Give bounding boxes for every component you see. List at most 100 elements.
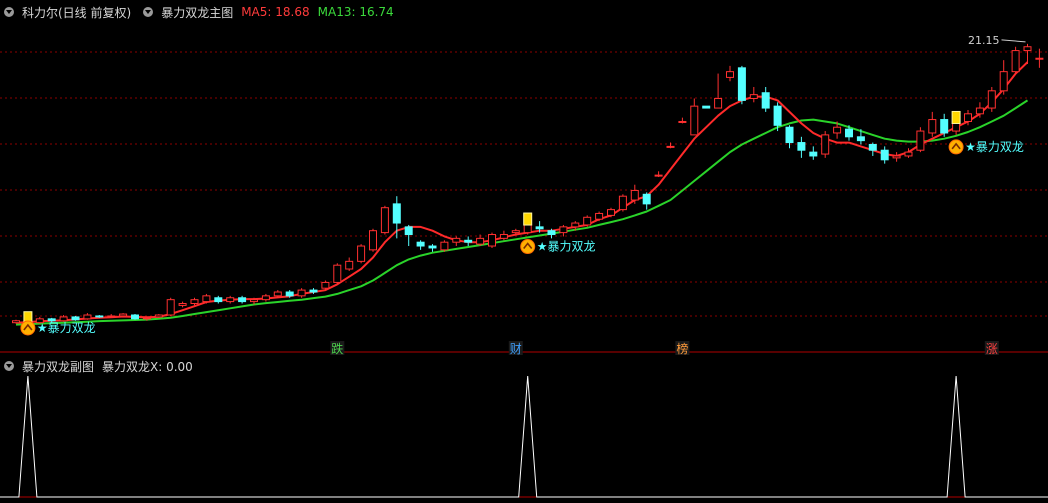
candle-body <box>95 315 104 318</box>
candle <box>1023 43 1032 64</box>
candle-body <box>131 314 139 320</box>
candle-body <box>916 130 925 151</box>
candle-body <box>607 209 615 216</box>
candle-body <box>773 105 782 126</box>
candle-body <box>12 320 20 324</box>
candle <box>999 60 1008 95</box>
candle-body <box>357 245 366 262</box>
candle <box>476 234 485 247</box>
candle-body <box>797 142 806 151</box>
candle <box>1011 46 1020 74</box>
candle <box>166 297 175 316</box>
candles-group <box>12 43 1044 325</box>
candle <box>440 240 449 252</box>
signal-bar <box>951 110 961 124</box>
signal-coin-icon <box>948 139 964 155</box>
candle <box>226 295 235 304</box>
candle-body <box>285 291 294 297</box>
indicator-name[interactable]: 暴力双龙主图 <box>161 4 233 21</box>
candle-body <box>499 234 508 239</box>
candle-body <box>202 295 211 303</box>
candle <box>714 73 723 109</box>
candle <box>178 301 187 308</box>
candle-body <box>678 120 687 123</box>
candle <box>261 293 270 302</box>
candle-body <box>392 203 401 224</box>
chart-canvas: ★暴力双龙 ★暴力双龙 ★暴力双龙 跌 财 榜 涨 21.15 <box>0 34 1048 498</box>
candle-body <box>821 134 830 155</box>
sub-chart-header: 暴力双龙副图 暴力双龙X: 0.00 <box>0 357 193 375</box>
candle-body <box>940 119 949 134</box>
candle-body <box>380 207 389 234</box>
candle <box>131 314 139 320</box>
candle-body <box>71 316 80 321</box>
signal-label: ★暴力双龙 <box>37 321 96 335</box>
candle-body <box>321 281 330 289</box>
candle <box>95 315 104 318</box>
candle-body <box>856 136 865 142</box>
candle-body <box>868 143 877 151</box>
candle-body <box>297 289 306 297</box>
bottom-tag-label: 涨 <box>986 341 998 356</box>
bottom-tag: 财 <box>508 341 523 356</box>
sub-indicator-value: 暴力双龙X: 0.00 <box>102 359 193 374</box>
candle <box>380 205 389 235</box>
candle-body <box>809 151 818 157</box>
candle-body <box>987 90 996 109</box>
candle <box>761 86 770 112</box>
candle-body <box>880 149 889 161</box>
candle-body <box>83 314 92 320</box>
candle-body <box>166 299 175 316</box>
candle-body <box>630 189 639 201</box>
candle-body <box>190 299 199 305</box>
candle-body <box>1023 46 1032 52</box>
ma13-group <box>15 99 1029 326</box>
candle <box>737 65 746 105</box>
candle-body <box>714 97 723 109</box>
ma5-value: MA5: 18.68 <box>241 5 310 19</box>
candle <box>821 131 830 158</box>
candle-body <box>226 297 235 303</box>
candle <box>595 211 604 222</box>
candle <box>880 146 889 164</box>
candle <box>464 236 473 247</box>
candle <box>119 313 128 317</box>
candle-body <box>107 315 116 318</box>
candle <box>321 280 330 291</box>
candle <box>785 125 794 149</box>
candle <box>547 228 556 239</box>
signal-bar <box>523 212 533 226</box>
candle-body <box>416 241 425 247</box>
candle-body <box>618 195 627 211</box>
candle-body <box>1035 57 1044 60</box>
candle <box>583 215 592 227</box>
candle-body <box>464 239 473 243</box>
candle-body <box>892 155 901 159</box>
candle-body <box>785 126 794 144</box>
bottom-tag: 涨 <box>984 341 999 356</box>
candle <box>499 230 508 241</box>
candle <box>702 105 711 109</box>
candle-body <box>833 126 842 134</box>
candle <box>654 171 663 178</box>
candle-body <box>571 222 580 228</box>
candle-body <box>238 297 247 303</box>
candle <box>154 314 163 318</box>
candle-body <box>488 234 496 247</box>
candle <box>488 232 496 248</box>
candle-body <box>369 230 377 251</box>
candle <box>666 142 675 149</box>
candle-body <box>440 241 449 251</box>
candle-body <box>654 174 663 177</box>
candle <box>809 146 818 160</box>
candle-body <box>250 299 258 303</box>
indicator-menu-icon[interactable] <box>143 7 154 17</box>
dropdown-circle-icon[interactable] <box>4 7 14 17</box>
candle <box>83 313 92 320</box>
sub-indicator-name[interactable]: 暴力双龙副图 <box>22 358 94 375</box>
candle <box>357 244 366 264</box>
bottom-tags-group: 跌财榜涨 <box>330 341 999 356</box>
candle <box>559 224 568 237</box>
candle-body <box>345 260 354 270</box>
sub-indicator-menu-icon[interactable] <box>4 361 14 371</box>
